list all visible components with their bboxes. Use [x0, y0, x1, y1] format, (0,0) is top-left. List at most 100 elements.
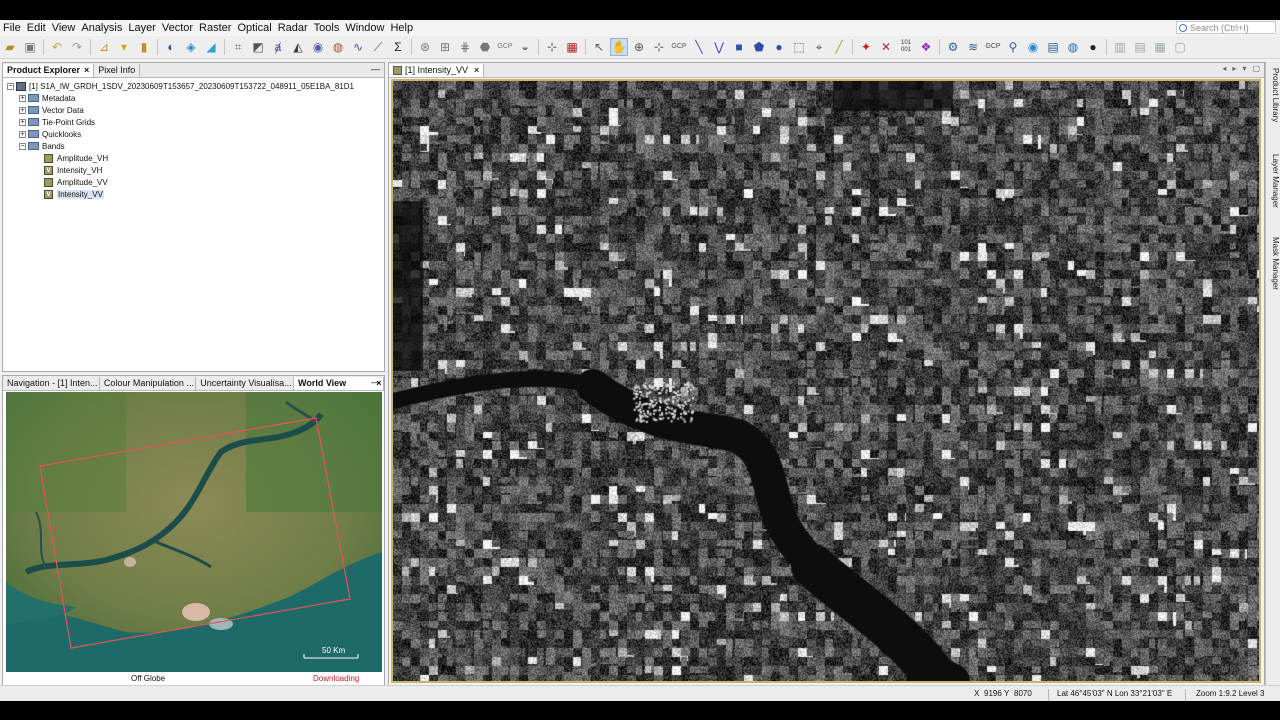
scroll-left-icon[interactable]: ◂ — [1222, 64, 1226, 73]
close-icon[interactable]: × — [474, 64, 479, 77]
pin-manager-icon[interactable]: ⬣ — [476, 38, 494, 56]
tab-uncertainty-visualisation[interactable]: Uncertainty Visualisa... — [196, 377, 294, 390]
tab-intensity-vv[interactable]: [1] Intensity_VV × — [389, 64, 485, 77]
layers-stack-icon[interactable]: ⊞ — [436, 38, 454, 56]
gcp-globe-icon[interactable]: GCP — [984, 38, 1002, 56]
profile-icon[interactable]: ◉ — [309, 38, 327, 56]
menu-view[interactable]: View — [49, 20, 79, 36]
sphere-icon[interactable]: ● — [1084, 38, 1102, 56]
gcp-icon[interactable]: GCP — [496, 38, 514, 56]
select-icon[interactable]: ↖ — [590, 38, 608, 56]
magic-wand-icon[interactable]: ◢ — [202, 38, 220, 56]
collapse-icon[interactable]: − — [7, 82, 14, 90]
line-icon[interactable]: ╲ — [690, 38, 708, 56]
globe-mode-label[interactable]: Off Globe — [131, 674, 165, 683]
navigation-icon[interactable]: ⊛ — [416, 38, 434, 56]
minimize-icon[interactable]: — — [371, 377, 380, 387]
search-tool-icon[interactable]: ⚲ — [1004, 38, 1022, 56]
tree-folder-vector-data[interactable]: + Vector Data — [3, 104, 384, 116]
menu-edit[interactable]: Edit — [24, 20, 49, 36]
tie-point-icon[interactable]: ❖ — [917, 38, 935, 56]
menu-file[interactable]: File — [0, 20, 24, 36]
layout-single-icon[interactable]: ▢ — [1171, 38, 1189, 56]
histogram-icon[interactable]: ⱥ — [269, 38, 287, 56]
statistics-icon[interactable]: ◍ — [329, 38, 347, 56]
scroll-right-icon[interactable]: ▸ — [1232, 64, 1236, 73]
zoom-plus-icon[interactable]: ⊹ — [650, 38, 668, 56]
layout-tile-icon[interactable]: ▥ — [1111, 38, 1129, 56]
world-map[interactable]: 50 Km — [6, 392, 382, 672]
redo-icon[interactable]: ↷ — [68, 38, 86, 56]
layout-grid-icon[interactable]: ▦ — [1151, 38, 1169, 56]
cross-icon[interactable]: ✕ — [877, 38, 895, 56]
eye-icon[interactable]: ◉ — [1024, 38, 1042, 56]
filter-icon[interactable]: ▾ — [115, 38, 133, 56]
tree-band-amplitude-vh[interactable]: Amplitude_VH — [3, 152, 384, 164]
tree-folder-metadata[interactable]: + Metadata — [3, 92, 384, 104]
polygon-icon[interactable]: ⬟ — [750, 38, 768, 56]
tab-pixel-info[interactable]: Pixel Info — [94, 64, 141, 77]
expand-icon[interactable]: + — [19, 130, 26, 138]
gear-icon[interactable]: ⚙ — [944, 38, 962, 56]
rectangle-icon[interactable]: ■ — [730, 38, 748, 56]
sar-image-canvas[interactable] — [391, 79, 1261, 683]
undo-icon[interactable]: ↶ — [48, 38, 66, 56]
band-maths-icon[interactable]: ⊿ — [95, 38, 113, 56]
side-tab-mask-manager[interactable]: Mask Manager — [1267, 237, 1280, 290]
chart-icon[interactable]: ▤ — [1044, 38, 1062, 56]
tree-product[interactable]: − [1] S1A_IW_GRDH_1SDV_20230609T153657_2… — [3, 80, 384, 92]
magic-tool-icon[interactable]: ⬚ — [790, 38, 808, 56]
gcp-tool-icon[interactable]: GCP — [670, 38, 688, 56]
binary-icon[interactable]: 101 001 — [897, 38, 915, 56]
menu-layer[interactable]: Layer — [125, 20, 159, 36]
world-icon[interactable]: ◒ — [516, 38, 534, 56]
collapse-icon[interactable]: − — [19, 142, 26, 150]
search-input[interactable]: Search (Ctrl+I) — [1176, 21, 1276, 34]
tab-product-explorer[interactable]: Product Explorer × — [3, 64, 95, 77]
zoom-icon[interactable]: ⊕ — [630, 38, 648, 56]
menu-tools[interactable]: Tools — [311, 20, 343, 36]
ruler-icon[interactable]: ⌖ — [810, 38, 828, 56]
star-icon[interactable]: ✦ — [857, 38, 875, 56]
menu-analysis[interactable]: Analysis — [78, 20, 125, 36]
tree-band-amplitude-vv[interactable]: Amplitude_VV — [3, 176, 384, 188]
menu-help[interactable]: Help — [387, 20, 416, 36]
menu-optical[interactable]: Optical — [234, 20, 274, 36]
pin-icon[interactable]: ⟋ — [369, 38, 387, 56]
expand-icon[interactable]: + — [19, 118, 26, 126]
polyline-icon[interactable]: ⋁ — [710, 38, 728, 56]
close-icon[interactable]: × — [84, 65, 89, 75]
tab-navigation[interactable]: Navigation - [1] Inten... — [3, 377, 100, 390]
tree-band-intensity-vh[interactable]: V Intensity_VH — [3, 164, 384, 176]
layout-horizontal-icon[interactable]: ▤ — [1131, 38, 1149, 56]
side-tab-layer-manager[interactable]: Layer Manager — [1267, 154, 1280, 208]
graph-icon[interactable]: ◈ — [182, 38, 200, 56]
batch-icon[interactable]: ▦ — [563, 38, 581, 56]
save-product-icon[interactable]: ▣ — [21, 38, 39, 56]
grid-icon[interactable]: ⋕ — [456, 38, 474, 56]
side-tab-product-library[interactable]: Product Library — [1267, 68, 1280, 122]
globe-icon[interactable]: ◍ — [1064, 38, 1082, 56]
scatter-icon[interactable]: ◭ — [289, 38, 307, 56]
tree-folder-tie-point-grids[interactable]: + Tie-Point Grids — [3, 116, 384, 128]
menu-radar[interactable]: Radar — [275, 20, 311, 36]
spectrum-icon[interactable]: ◩ — [249, 38, 267, 56]
import-icon[interactable]: ▮ — [135, 38, 153, 56]
tree-band-intensity-vv[interactable]: V Intensity_VV — [3, 188, 384, 200]
tree-folder-quicklooks[interactable]: + Quicklooks — [3, 128, 384, 140]
tab-colour-manipulation[interactable]: Colour Manipulation ... — [99, 377, 197, 390]
expand-icon[interactable]: + — [19, 94, 26, 102]
gcp-manager-icon[interactable]: Σ — [389, 38, 407, 56]
menu-window[interactable]: Window — [342, 20, 387, 36]
colour-icon[interactable]: ◐ — [162, 38, 180, 56]
menu-vector[interactable]: Vector — [159, 20, 196, 36]
minimize-icon[interactable]: — — [371, 64, 380, 74]
ellipse-icon[interactable]: ● — [770, 38, 788, 56]
layers-icon[interactable]: ∿ — [349, 38, 367, 56]
pan-icon[interactable]: ✋ — [610, 38, 628, 56]
dropdown-icon[interactable]: ▾ — [1242, 64, 1246, 73]
expand-icon[interactable]: + — [19, 106, 26, 114]
open-product-icon[interactable]: ▰ — [1, 38, 19, 56]
tree-folder-bands[interactable]: − Bands — [3, 140, 384, 152]
graph-builder-icon[interactable]: ⊹ — [543, 38, 561, 56]
